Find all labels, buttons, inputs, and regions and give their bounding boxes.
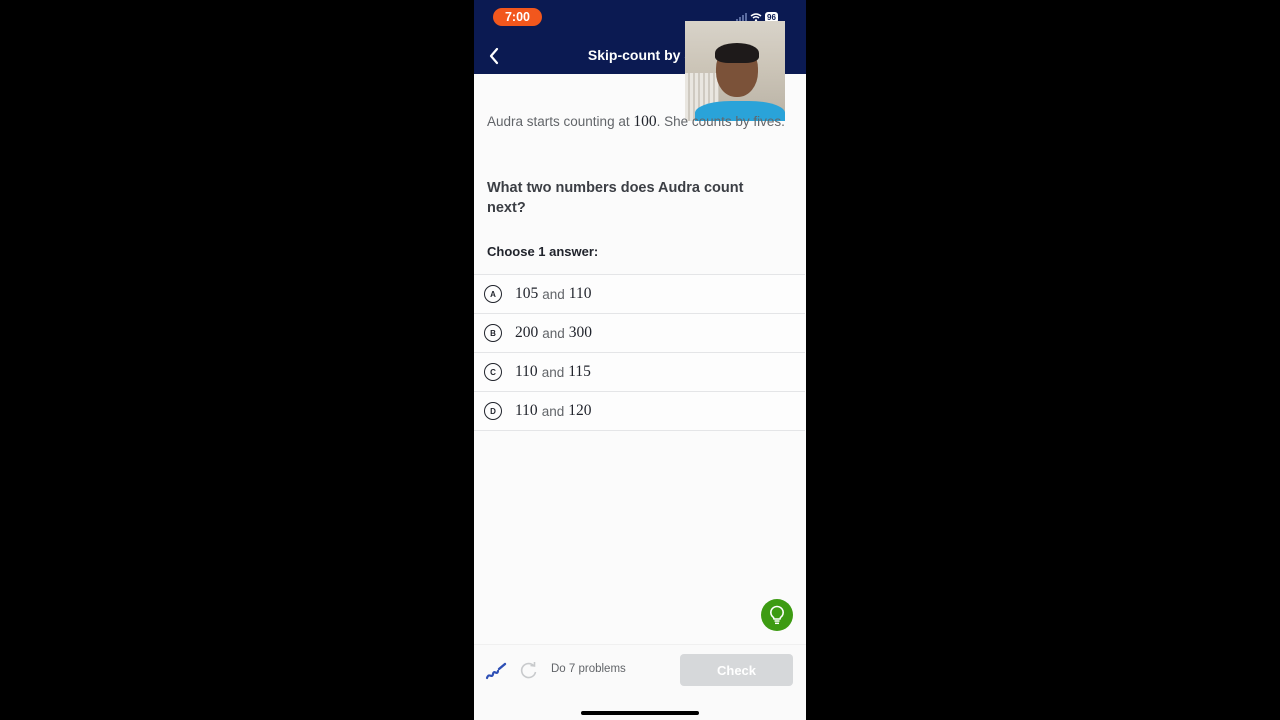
choice-letter-d: D <box>484 402 502 420</box>
choice-c[interactable]: C 110 and 115 <box>474 353 805 392</box>
webcam-overlay <box>685 21 785 121</box>
redo-icon <box>520 662 537 679</box>
start-number: 100 <box>633 113 657 130</box>
hint-button[interactable] <box>761 599 793 631</box>
choice-letter-a: A <box>484 285 502 303</box>
problem-prompt: Audra starts counting at 100. She counts… <box>487 113 785 130</box>
question-text: What two numbers does Audra count next? <box>487 180 744 216</box>
home-indicator[interactable] <box>581 711 699 715</box>
scratchpad-button[interactable] <box>485 659 507 681</box>
problem-statement: Audra starts counting at 100. She counts… <box>487 112 787 132</box>
choice-a[interactable]: A 105 and 110 <box>474 275 805 314</box>
phone-screen: 7:00 96 Skip-count by 5 Audra starts cou… <box>474 0 806 720</box>
progress-label: Do 7 problems <box>551 663 626 675</box>
bottom-toolbar: Do 7 problems Check <box>474 644 806 720</box>
lightbulb-icon <box>770 605 784 625</box>
answer-instruction: Choose 1 answer: <box>487 244 599 259</box>
status-time: 7:00 <box>493 8 542 26</box>
choice-letter-b: B <box>484 324 502 342</box>
scratchpad-icon <box>485 662 507 680</box>
choice-d[interactable]: D 110 and 120 <box>474 392 805 431</box>
choice-b[interactable]: B 200 and 300 <box>474 314 805 353</box>
answer-choices: A 105 and 110 B 200 and 300 C 110 and 115 D 11… <box>474 274 805 431</box>
check-button[interactable]: Check <box>680 654 793 686</box>
choice-letter-c: C <box>484 363 502 381</box>
redo-button[interactable] <box>519 659 539 681</box>
